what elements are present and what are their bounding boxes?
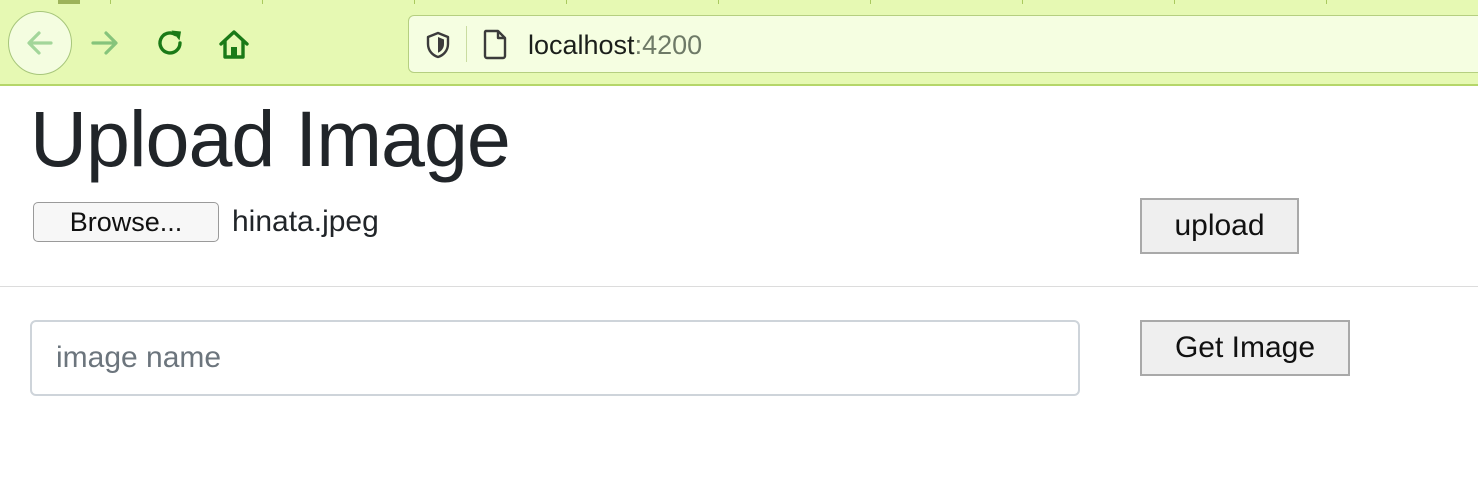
tab-separator <box>718 0 719 4</box>
tab-separator <box>110 0 111 4</box>
browser-toolbar: localhost:4200 <box>0 0 1478 86</box>
forward-arrow-icon <box>91 31 118 55</box>
page-title: Upload Image <box>30 94 511 183</box>
address-bar-separator <box>466 26 467 62</box>
tab-separator <box>1022 0 1023 4</box>
page-icon[interactable] <box>481 28 509 60</box>
active-tab-indicator[interactable] <box>58 0 80 4</box>
get-image-button[interactable]: Get Image <box>1140 320 1350 376</box>
tab-separator <box>262 0 263 4</box>
reload-icon <box>158 30 182 55</box>
home-icon <box>219 30 249 59</box>
address-bar[interactable]: localhost:4200 <box>408 15 1478 73</box>
tab-separator <box>870 0 871 4</box>
url-text[interactable]: localhost:4200 <box>528 29 702 61</box>
tab-separator <box>566 0 567 4</box>
tab-strip <box>0 0 1478 4</box>
home-button[interactable] <box>214 24 254 64</box>
tab-separator <box>1174 0 1175 4</box>
url-port: :4200 <box>634 30 703 60</box>
shield-icon[interactable] <box>425 31 451 59</box>
tab-separator <box>1326 0 1327 4</box>
url-host: localhost <box>528 30 635 60</box>
back-button[interactable] <box>8 11 72 75</box>
back-arrow-icon <box>27 31 53 55</box>
selected-file-name: hinata.jpeg <box>232 205 379 238</box>
reload-button[interactable] <box>152 24 190 62</box>
image-name-input[interactable] <box>30 320 1080 396</box>
section-divider <box>0 286 1478 287</box>
forward-button[interactable] <box>86 24 124 62</box>
upload-button[interactable]: upload <box>1140 198 1299 254</box>
tab-separator <box>414 0 415 4</box>
browse-button[interactable]: Browse... <box>33 202 219 242</box>
